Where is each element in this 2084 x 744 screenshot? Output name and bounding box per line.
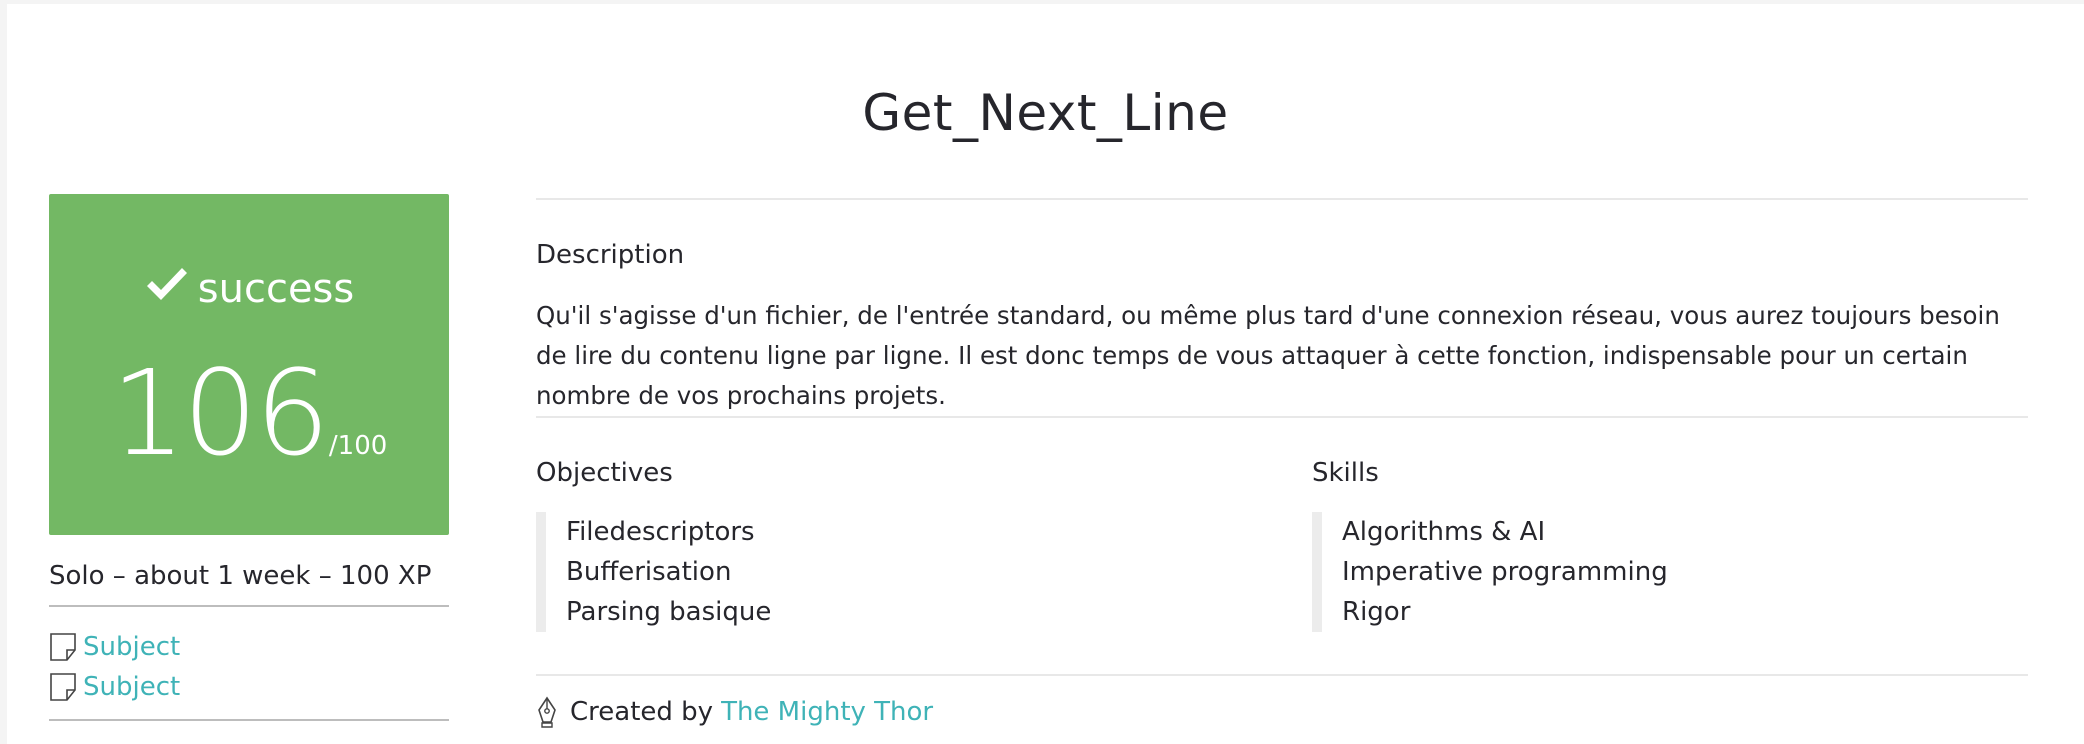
score-row: 106/100 (49, 344, 449, 482)
list-item: Bufferisation (566, 557, 732, 587)
max-score: /100 (328, 431, 388, 461)
skills-list: Algorithms & AI Imperative programming R… (1312, 512, 1668, 632)
list-item: Imperative programming (1342, 557, 1668, 587)
subject-link[interactable]: Subject (49, 667, 449, 707)
project-meta: Solo – about 1 week – 100 XP (49, 561, 432, 591)
checkmark-icon (146, 268, 187, 300)
divider-top (536, 198, 2028, 200)
sidebar: success 106/100 Solo – about 1 week – 10… (49, 194, 449, 721)
final-score: 106 (110, 344, 330, 482)
status-row: success (49, 264, 449, 312)
objectives-heading: Objectives (536, 458, 673, 488)
list-item: Algorithms & AI (1342, 517, 1546, 547)
pen-nib-icon (538, 696, 556, 728)
sidebar-divider-bottom (49, 719, 449, 721)
subject-links: Subject Subject (49, 627, 449, 707)
document-icon (50, 673, 76, 701)
subject-link[interactable]: Subject (49, 627, 449, 667)
skills-heading: Skills (1312, 458, 1379, 488)
subject-link-label[interactable]: Subject (83, 672, 180, 702)
credit-prefix: Created by (570, 697, 714, 727)
author-link[interactable]: The Mighty Thor (721, 697, 933, 727)
divider-description (536, 416, 2028, 418)
sidebar-divider (49, 605, 449, 607)
description-text: Qu'il s'agisse d'un fichier, de l'entrée… (536, 301, 2000, 410)
list-item: Parsing basique (566, 597, 772, 627)
subject-link-label[interactable]: Subject (83, 632, 180, 662)
list-item: Filedescriptors (566, 517, 755, 547)
credit-line: Created by The Mighty Thor (536, 696, 933, 728)
objectives-list: Filedescriptors Bufferisation Parsing ba… (536, 512, 771, 632)
divider-bottom (536, 674, 2028, 676)
status-label: success (197, 266, 355, 312)
document-icon (50, 633, 76, 661)
description-heading: Description (536, 240, 685, 270)
result-card: success 106/100 (49, 194, 449, 535)
page-title: Get_Next_Line (862, 84, 1229, 142)
list-item: Rigor (1342, 597, 1411, 627)
